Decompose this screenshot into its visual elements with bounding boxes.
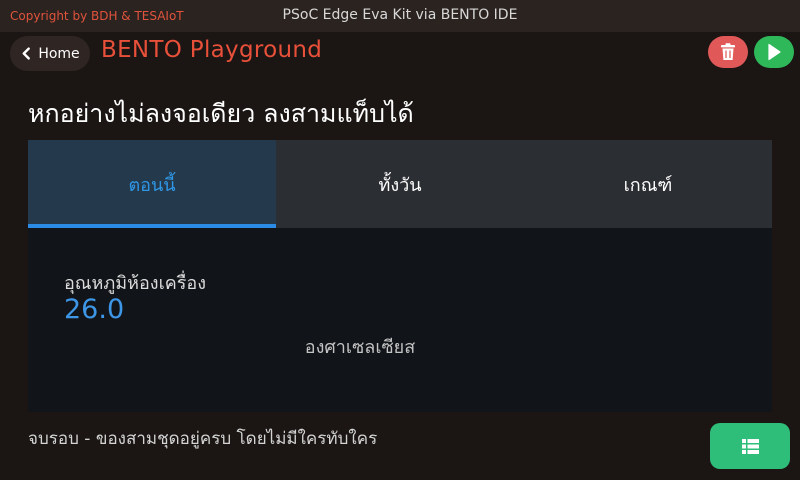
status-text: จบรอบ - ของสามชุดอยู่ครบ โดยไม่มีใครทับใ… bbox=[28, 429, 378, 449]
top-bar: Copyright by BDH & TESAIoT PSoC Edge Eva… bbox=[0, 0, 800, 32]
page-heading: หกอย่างไม่ลงจอเดียว ลงสามแท็บได้ bbox=[28, 99, 414, 128]
kit-title: PSoC Edge Eva Kit via BENTO IDE bbox=[282, 7, 518, 23]
play-icon bbox=[768, 43, 781, 61]
tab-threshold[interactable]: เกณฑ์ bbox=[524, 140, 772, 228]
sensor-label: อุณหภูมิห้องเครื่อง bbox=[64, 273, 207, 294]
tab-all-day[interactable]: ทั้งวัน bbox=[276, 140, 524, 228]
sensor-unit: องศาเซลเซียส bbox=[304, 337, 416, 358]
trash-icon bbox=[721, 43, 735, 60]
app-title: BENTO Playground bbox=[101, 37, 323, 63]
tab-bar: ตอนนี้ ทั้งวัน เกณฑ์ bbox=[28, 140, 772, 228]
tab-panel: อุณหภูมิห้องเครื่อง 26.0 องศาเซลเซียส bbox=[28, 228, 772, 412]
home-button-label: Home bbox=[38, 45, 80, 62]
chevron-left-icon bbox=[22, 47, 31, 60]
delete-button[interactable] bbox=[708, 36, 748, 68]
home-button[interactable]: Home bbox=[10, 36, 90, 71]
list-button[interactable] bbox=[710, 423, 790, 469]
run-button[interactable] bbox=[754, 36, 794, 68]
sensor-value: 26.0 bbox=[64, 294, 125, 325]
list-icon bbox=[741, 438, 759, 454]
tab-now[interactable]: ตอนนี้ bbox=[28, 140, 276, 228]
